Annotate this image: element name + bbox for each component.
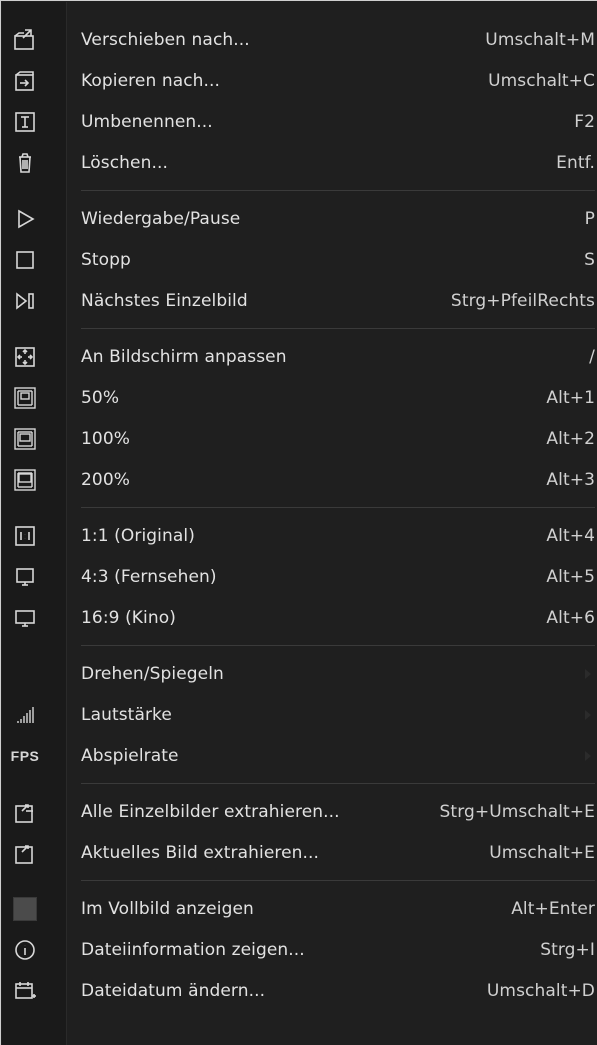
menu-item-label: 100%	[81, 428, 131, 449]
menu-item-label: Löschen...	[81, 152, 168, 173]
submenu-arrow-icon	[585, 709, 591, 720]
aspect-original-icon	[11, 522, 39, 550]
menu-item-label: Nächstes Einzelbild	[81, 290, 248, 311]
menu-item-label: Wiedergabe/Pause	[81, 208, 241, 229]
menu-item-shortcut: /	[589, 346, 595, 367]
copy-to-icon	[11, 67, 39, 95]
menu-item-label: Aktuelles Bild extrahieren...	[81, 842, 320, 863]
menu-item-volume[interactable]: Lautstärke	[1, 694, 597, 735]
menu-item-rename[interactable]: Umbenennen... F2	[1, 101, 597, 142]
menu-item-shortcut: P	[584, 208, 595, 229]
menu-item-zoom-200[interactable]: 200% Alt+3	[1, 459, 597, 500]
menu-item-label: 50%	[81, 387, 120, 408]
menu-item-shortcut: Alt+4	[546, 525, 595, 546]
menu-item-shortcut: Alt+6	[546, 607, 595, 628]
menu-item-shortcut: S	[584, 249, 595, 270]
menu-item-extract-current-frame[interactable]: Aktuelles Bild extrahieren... Umschalt+E	[1, 832, 597, 873]
menu-separator	[81, 190, 595, 191]
menu-item-label: 1:1 (Original)	[81, 525, 195, 546]
zoom-50-icon	[11, 384, 39, 412]
change-date-icon	[11, 977, 39, 1005]
menu-item-shortcut: Umschalt+C	[488, 70, 595, 91]
aspect-43-icon	[11, 563, 39, 591]
fullscreen-icon	[11, 895, 39, 923]
menu-item-extract-all-frames[interactable]: Alle Einzelbilder extrahieren... Strg+Um…	[1, 791, 597, 832]
menu-item-play-pause[interactable]: Wiedergabe/Pause P	[1, 198, 597, 239]
extract-all-frames-icon	[11, 798, 39, 826]
menu-separator	[81, 507, 595, 508]
move-to-icon	[11, 26, 39, 54]
delete-icon	[11, 149, 39, 177]
menu-item-shortcut: Umschalt+E	[489, 842, 595, 863]
menu-item-shortcut: Strg+Umschalt+E	[439, 801, 595, 822]
menu-item-shortcut: Alt+5	[546, 566, 595, 587]
menu-item-aspect-169[interactable]: 16:9 (Kino) Alt+6	[1, 597, 597, 638]
menu-item-playback-rate[interactable]: FPS Abspielrate	[1, 735, 597, 776]
menu-item-rotate-flip[interactable]: Drehen/Spiegeln	[1, 653, 597, 694]
menu-item-zoom-50[interactable]: 50% Alt+1	[1, 377, 597, 418]
menu-item-aspect-original[interactable]: 1:1 (Original) Alt+4	[1, 515, 597, 556]
menu-item-shortcut: Umschalt+D	[486, 980, 595, 1001]
menu-item-label: Lautstärke	[81, 704, 172, 725]
menu-item-label: 16:9 (Kino)	[81, 607, 176, 628]
menu-item-label: Dateidatum ändern...	[81, 980, 266, 1001]
zoom-100-icon	[11, 425, 39, 453]
context-menu: Verschieben nach... Umschalt+M Kopieren …	[0, 0, 597, 1045]
menu-item-shortcut: Umschalt+M	[485, 29, 595, 50]
menu-item-move-to[interactable]: Verschieben nach... Umschalt+M	[1, 19, 597, 60]
menu-item-next-frame[interactable]: Nächstes Einzelbild Strg+PfeilRechts	[1, 280, 597, 321]
menu-separator	[81, 328, 595, 329]
menu-item-shortcut: Alt+3	[546, 469, 595, 490]
rename-icon	[11, 108, 39, 136]
menu-item-label: Drehen/Spiegeln	[81, 663, 224, 684]
play-icon	[11, 205, 39, 233]
menu-item-label: Alle Einzelbilder extrahieren...	[81, 801, 340, 822]
menu-item-file-info[interactable]: Dateiinformation zeigen... Strg+I	[1, 929, 597, 970]
menu-separator	[81, 645, 595, 646]
menu-item-label: Abspielrate	[81, 745, 179, 766]
menu-item-shortcut: Strg+I	[540, 939, 595, 960]
zoom-200-icon	[11, 466, 39, 494]
fullscreen-square	[13, 896, 37, 921]
menu-item-shortcut: Alt+2	[546, 428, 595, 449]
menu-item-label: 200%	[81, 469, 131, 490]
menu-item-aspect-43[interactable]: 4:3 (Fernsehen) Alt+5	[1, 556, 597, 597]
menu-item-label: Verschieben nach...	[81, 29, 250, 50]
menu-item-label: Stopp	[81, 249, 131, 270]
fit-screen-icon	[11, 343, 39, 371]
stop-icon	[11, 246, 39, 274]
menu-item-stop[interactable]: Stopp S	[1, 239, 597, 280]
submenu-arrow-icon	[585, 668, 591, 679]
menu-item-label: Dateiinformation zeigen...	[81, 939, 305, 960]
extract-current-frame-icon	[11, 839, 39, 867]
menu-item-shortcut: Strg+PfeilRechts	[450, 290, 595, 311]
menu-item-shortcut: Alt+Enter	[511, 898, 595, 919]
menu-item-shortcut: F2	[574, 111, 595, 132]
submenu-arrow-icon	[585, 750, 591, 761]
menu-item-fullscreen[interactable]: Im Vollbild anzeigen Alt+Enter	[1, 888, 597, 929]
menu-item-delete[interactable]: Löschen... Entf.	[1, 142, 597, 183]
menu-item-label: Kopieren nach...	[81, 70, 221, 91]
menu-item-shortcut: Entf.	[556, 152, 595, 173]
menu-item-fit-screen[interactable]: An Bildschirm anpassen /	[1, 336, 597, 377]
menu-item-shortcut: Alt+1	[546, 387, 595, 408]
menu-item-zoom-100[interactable]: 100% Alt+2	[1, 418, 597, 459]
menu-separator	[81, 783, 595, 784]
menu-item-label: Umbenennen...	[81, 111, 213, 132]
menu-item-label: Im Vollbild anzeigen	[81, 898, 254, 919]
fps-icon: FPS	[11, 742, 39, 770]
fps-icon-label: FPS	[10, 747, 40, 764]
menu-separator	[81, 880, 595, 881]
menu-item-change-file-date[interactable]: Dateidatum ändern... Umschalt+D	[1, 970, 597, 1011]
menu-items: Verschieben nach... Umschalt+M Kopieren …	[1, 19, 597, 1011]
menu-item-label: 4:3 (Fernsehen)	[81, 566, 217, 587]
menu-item-copy-to[interactable]: Kopieren nach... Umschalt+C	[1, 60, 597, 101]
menu-item-label: An Bildschirm anpassen	[81, 346, 287, 367]
aspect-169-icon	[11, 604, 39, 632]
next-frame-icon	[11, 287, 39, 315]
info-icon	[11, 936, 39, 964]
volume-icon	[11, 701, 39, 729]
